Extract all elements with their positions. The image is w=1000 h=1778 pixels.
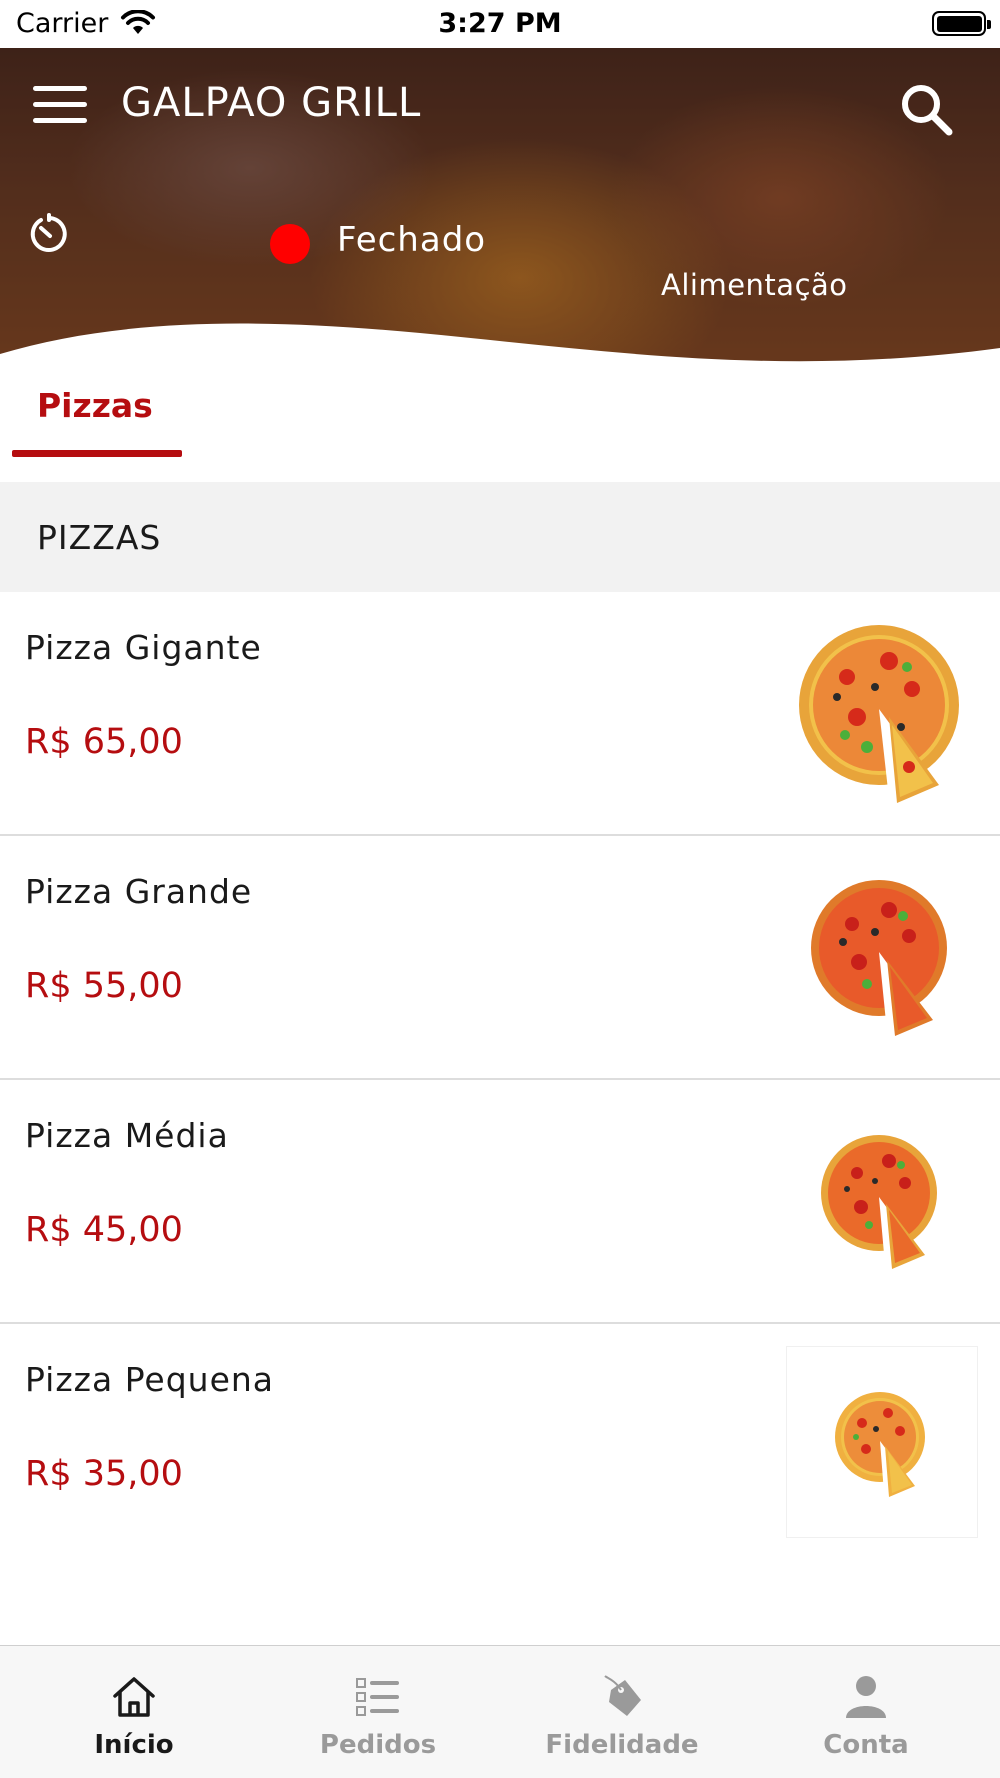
section-title: PIZZAS — [37, 518, 162, 557]
tab-label: Fidelidade — [545, 1730, 699, 1760]
section-header: PIZZAS — [0, 482, 1000, 592]
tab-label: Conta — [823, 1730, 909, 1760]
tab-label: Pizzas — [37, 386, 153, 425]
tab-active-indicator — [12, 450, 182, 457]
product-item-pizza-grande[interactable]: Pizza Grande R$ 55,00 — [0, 836, 1000, 1080]
tab-label: Pedidos — [319, 1730, 437, 1760]
tab-inicio[interactable]: Início — [9, 1646, 259, 1778]
product-list: Pizza Gigante R$ 65,00 Pizza Grande R$ 5… — [0, 592, 1000, 1568]
product-price: R$ 65,00 — [25, 722, 183, 762]
battery-icon — [932, 11, 991, 36]
tab-conta[interactable]: Conta — [741, 1646, 991, 1778]
tab-fidelidade[interactable]: Fidelidade — [497, 1646, 747, 1778]
tab-pizzas[interactable]: Pizzas — [12, 368, 182, 458]
store-category: Alimentação — [661, 268, 848, 302]
product-name: Pizza Grande — [25, 872, 253, 911]
timer-icon — [30, 213, 67, 252]
pizza-image — [786, 1346, 978, 1538]
category-tabs: Pizzas — [0, 368, 1000, 482]
product-name: Pizza Gigante — [25, 628, 262, 667]
store-title: GALPAO GRILL — [121, 80, 422, 126]
product-item-pizza-pequena[interactable]: Pizza Pequena R$ 35,00 — [0, 1324, 1000, 1568]
status-time: 3:27 PM — [438, 8, 562, 39]
store-status-text: Fechado — [337, 220, 487, 260]
search-icon[interactable] — [897, 80, 957, 140]
product-price: R$ 45,00 — [25, 1210, 183, 1250]
person-icon — [846, 1676, 886, 1718]
tab-pedidos[interactable]: Pedidos — [253, 1646, 503, 1778]
product-item-pizza-gigante[interactable]: Pizza Gigante R$ 65,00 — [0, 592, 1000, 836]
tag-icon — [604, 1675, 641, 1716]
hamburger-menu-icon[interactable] — [33, 86, 87, 124]
pizza-image — [786, 858, 978, 1050]
product-name: Pizza Pequena — [25, 1360, 275, 1399]
status-bar: Carrier 3:27 PM — [0, 0, 1000, 48]
store-status-indicator — [270, 224, 310, 264]
tab-label: Início — [94, 1730, 174, 1760]
list-icon — [356, 1678, 399, 1716]
store-header: GALPAO GRILL Fechado Alimentação — [0, 48, 1000, 368]
product-name: Pizza Média — [25, 1116, 229, 1155]
product-item-pizza-media[interactable]: Pizza Média R$ 45,00 — [0, 1080, 1000, 1324]
header-wave — [0, 323, 1000, 368]
product-price: R$ 55,00 — [25, 966, 183, 1006]
pizza-image — [786, 614, 978, 806]
bottom-tab-bar: Início Pedidos Fidelidade Conta — [0, 1645, 1000, 1778]
home-icon — [113, 1677, 155, 1717]
pizza-image — [786, 1102, 978, 1294]
product-price: R$ 35,00 — [25, 1454, 183, 1494]
